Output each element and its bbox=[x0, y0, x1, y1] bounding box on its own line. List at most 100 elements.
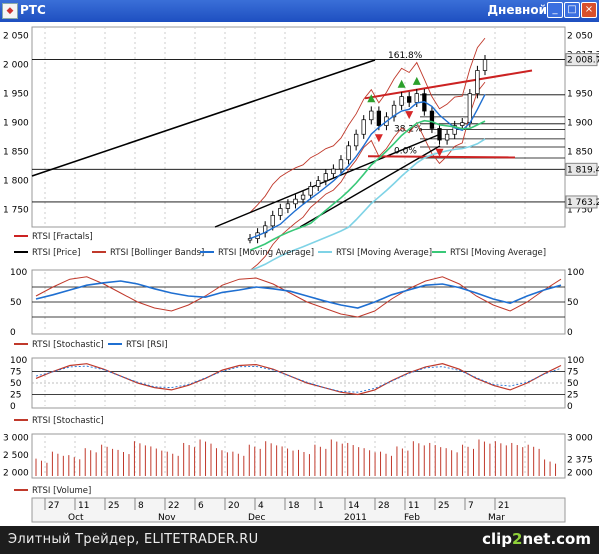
price-candle bbox=[346, 145, 351, 161]
price-y-tick: 2 050 bbox=[3, 32, 29, 42]
clip2net-logo: clip2net.com bbox=[482, 530, 591, 548]
stoch-left-tick: 50 bbox=[10, 379, 22, 389]
legend-label: RTSI [Fractals] bbox=[32, 232, 93, 242]
stoch-legend-label: RTSI [Stochastic] bbox=[32, 416, 104, 426]
rsi-right-tick: 100 bbox=[567, 268, 584, 278]
price-candle bbox=[437, 128, 442, 141]
volume-right-tick: 2 375 bbox=[567, 455, 593, 465]
volume-right-tick: 2 000 bbox=[567, 469, 593, 479]
price-candle bbox=[331, 168, 336, 175]
price-y-tick: 1 800 bbox=[3, 177, 29, 187]
brand-num: 2 bbox=[512, 530, 523, 548]
x-axis: 27 11 25 8 22 6 20 4 18 1 14 28 11 25 7 21 Oct Nov Dec 201… bbox=[31, 497, 566, 523]
x-day-label: 18 bbox=[288, 501, 300, 511]
brand-prefix: clip bbox=[482, 530, 512, 548]
rsi-legend: RTSI [Stochastic] RTSI [RSI] bbox=[14, 340, 168, 350]
stoch-right-tick: 0 bbox=[567, 402, 573, 412]
price-y-ticks: 2 050 2 000 1 950 1 900 1 850 1 800 1 750 bbox=[3, 32, 29, 216]
price-y-tick: 1 950 bbox=[3, 90, 29, 100]
volume-right-tick: 3 000 bbox=[567, 434, 593, 444]
x-day-label: 14 bbox=[348, 501, 360, 511]
volume-left-tick: 3 000 bbox=[3, 434, 29, 444]
window-title: РТС bbox=[20, 3, 46, 17]
x-month-label: Feb bbox=[404, 513, 420, 523]
x-day-label: 6 bbox=[198, 501, 204, 511]
legend-label: RTSI [Price] bbox=[32, 248, 80, 258]
stochastic-panel: 10075502501007550250 bbox=[10, 356, 584, 412]
x-day-label: 11 bbox=[408, 501, 419, 511]
x-day-label: 11 bbox=[78, 501, 89, 511]
volume-legend: RTSI [Volume] bbox=[14, 486, 91, 496]
price-candle bbox=[444, 133, 450, 141]
price-candle bbox=[338, 159, 344, 170]
window-titlebar: ◆ РТС Дневной _ □ × bbox=[0, 0, 599, 22]
price-candle bbox=[475, 70, 480, 95]
x-day-label: 1 bbox=[318, 501, 324, 511]
maximize-button[interactable]: □ bbox=[564, 2, 580, 18]
price-right-tick: 1 850 bbox=[567, 148, 593, 158]
volume-legend-label: RTSI [Volume] bbox=[32, 486, 91, 496]
x-day-label: 25 bbox=[438, 501, 449, 511]
volume-left-tick: 2 500 bbox=[3, 451, 29, 461]
footer-bar: Элитный Трейдер, ELITETRADER.RU clip2net… bbox=[0, 526, 599, 554]
legend-label: RTSI [Bollinger Bands] bbox=[110, 248, 204, 258]
x-day-label: 22 bbox=[168, 501, 179, 511]
x-day-label: 27 bbox=[48, 501, 59, 511]
price-candle bbox=[293, 198, 298, 205]
x-day-label: 28 bbox=[378, 501, 390, 511]
rsi-left-tick: 0 bbox=[10, 328, 16, 338]
period-label[interactable]: Дневной bbox=[487, 3, 547, 17]
price-candle bbox=[376, 110, 382, 126]
rsi-right-tick: 50 bbox=[567, 298, 579, 308]
price-candle bbox=[316, 180, 321, 187]
price-candle bbox=[308, 186, 313, 196]
volume-panel: 3 000 2 500 2 000 3 000 2 375 2 000 bbox=[3, 433, 593, 479]
minimize-button[interactable]: _ bbox=[547, 2, 563, 18]
footer-site-text[interactable]: Элитный Трейдер, ELITETRADER.RU bbox=[8, 532, 258, 547]
legend-label: RTSI [Moving Average] bbox=[336, 248, 432, 258]
stochastic-legend: RTSI [Stochastic] bbox=[14, 416, 104, 426]
x-day-label: 20 bbox=[228, 501, 240, 511]
price-candle bbox=[353, 133, 359, 147]
stoch-left-tick: 0 bbox=[10, 402, 16, 412]
price-candle bbox=[300, 194, 306, 200]
level-label: 1 763.21 bbox=[567, 198, 599, 208]
stoch-right-tick: 50 bbox=[567, 379, 579, 389]
price-candle bbox=[482, 59, 488, 71]
rsi-right-tick: 0 bbox=[567, 328, 573, 338]
stoch-left-tick: 100 bbox=[10, 356, 27, 366]
brand-tld: .com bbox=[550, 530, 591, 548]
price-candle bbox=[407, 96, 412, 103]
rsi-left-tick: 100 bbox=[10, 268, 27, 278]
price-candle bbox=[414, 93, 419, 103]
x-day-label: 4 bbox=[258, 501, 264, 511]
legend-label: RTSI [Moving Average] bbox=[218, 248, 314, 258]
price-candle bbox=[399, 96, 404, 106]
legend-label: RTSI [Moving Average] bbox=[450, 248, 546, 258]
rsi-legend-label: RTSI [RSI] bbox=[126, 340, 168, 350]
chart-app-icon: ◆ bbox=[2, 3, 18, 19]
close-button[interactable]: × bbox=[581, 2, 597, 18]
price-candle bbox=[278, 208, 283, 216]
price-candle bbox=[285, 203, 291, 209]
x-month-label: Mar bbox=[488, 513, 505, 523]
level-labels: 2 017.32 008.721 819.481 763.21 bbox=[565, 51, 599, 209]
volume-left-tick: 2 000 bbox=[3, 469, 29, 479]
red-support-line bbox=[367, 155, 516, 159]
x-day-label: 25 bbox=[108, 501, 119, 511]
price-candle bbox=[361, 119, 366, 135]
price-right-tick: 1 900 bbox=[567, 119, 593, 129]
rsi-left-tick: 50 bbox=[10, 298, 22, 308]
x-day-label: 8 bbox=[138, 501, 144, 511]
x-month-label: Oct bbox=[68, 513, 84, 523]
price-right-tick: 2 050 bbox=[567, 32, 593, 42]
price-candle bbox=[467, 93, 472, 124]
x-month-label: Nov bbox=[158, 513, 176, 523]
price-y-tick: 2 000 bbox=[3, 61, 29, 71]
price-candle bbox=[369, 110, 374, 121]
fib-161-label: 161.8% bbox=[388, 51, 423, 61]
stoch-right-tick: 100 bbox=[567, 356, 584, 366]
stoch-left-tick: 25 bbox=[10, 391, 21, 401]
chart-canvas[interactable]: 38.2%0.0% 2 0502 0001 9501 9001 8501 800… bbox=[0, 22, 599, 526]
price-right-tick: 1 950 bbox=[567, 90, 593, 100]
